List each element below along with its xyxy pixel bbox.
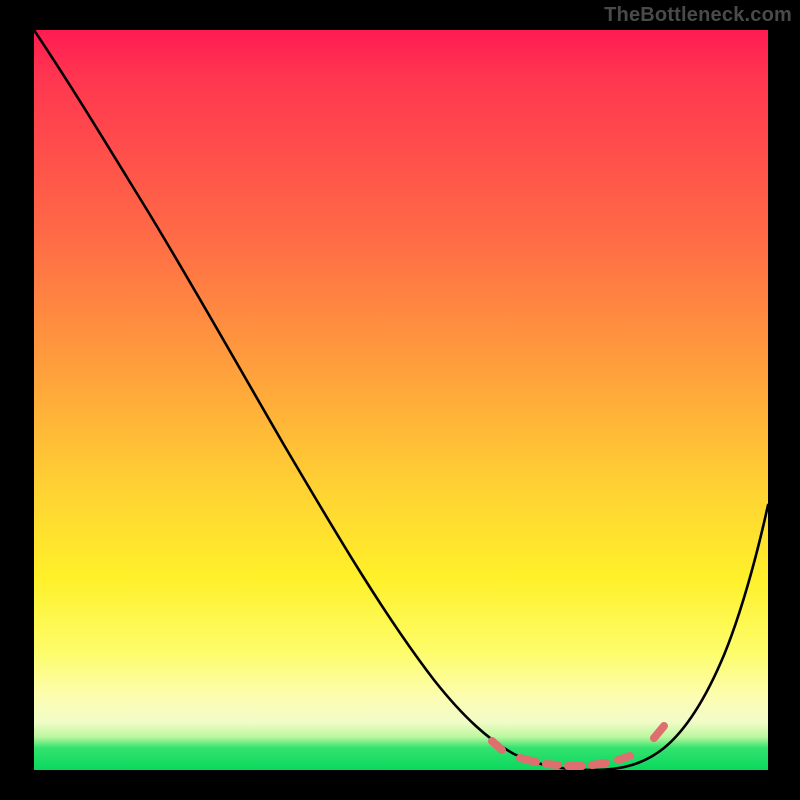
chart-frame: TheBottleneck.com	[0, 0, 800, 800]
plot-area	[34, 30, 768, 770]
watermark-label: TheBottleneck.com	[604, 4, 792, 27]
